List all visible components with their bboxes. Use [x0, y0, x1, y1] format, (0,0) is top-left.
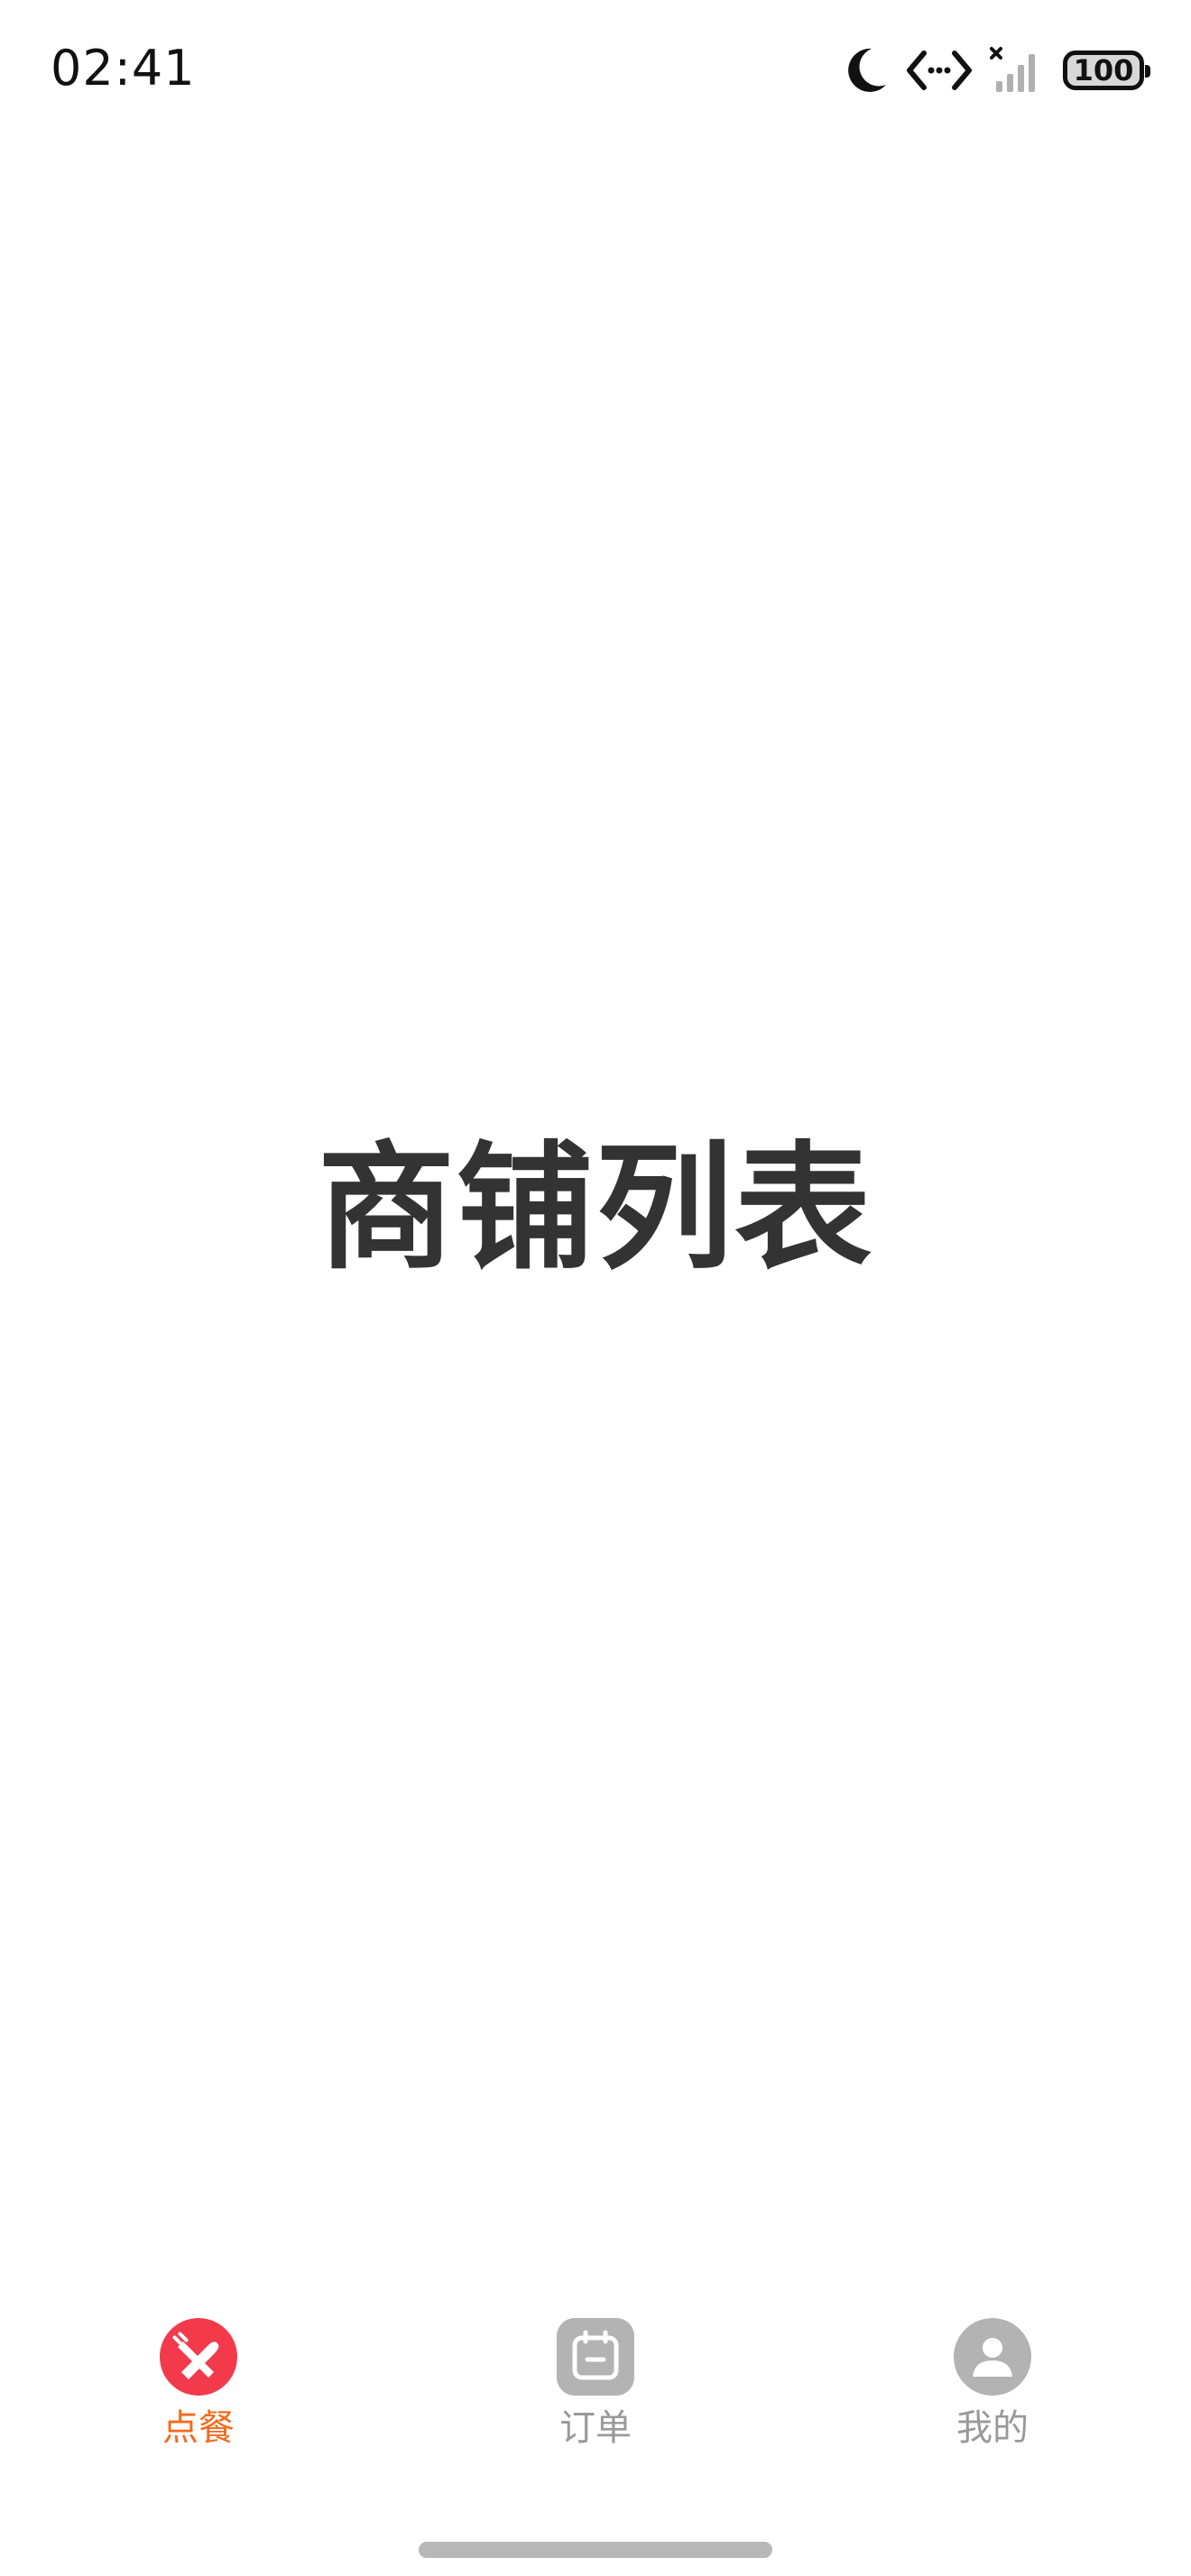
- battery-level: 100: [1073, 53, 1134, 87]
- status-icons: 100: [845, 41, 1150, 99]
- utensils-icon: [160, 2318, 237, 2396]
- user-icon: [954, 2318, 1031, 2396]
- tab-mine[interactable]: 我的: [902, 2300, 1083, 2462]
- tab-order-food[interactable]: 点餐: [108, 2300, 289, 2462]
- tab-label-mine: 我的: [956, 2407, 1029, 2449]
- home-indicator[interactable]: [419, 2542, 772, 2558]
- signal-icon: [990, 47, 1035, 92]
- page-title: 商铺列表: [318, 1128, 873, 1288]
- battery-icon: 100: [1063, 51, 1150, 90]
- tab-label-order-food: 点餐: [162, 2407, 235, 2449]
- tab-orders[interactable]: 订单: [505, 2300, 686, 2462]
- status-time: 02:41: [51, 40, 196, 97]
- order-icon: [557, 2318, 634, 2396]
- tab-label-orders: 订单: [559, 2407, 632, 2449]
- status-bar: 02:41 100: [0, 0, 1191, 144]
- bottom-tab-bar: 点餐 订单 我的: [0, 2300, 1191, 2462]
- moon-icon: [848, 48, 886, 92]
- data-transfer-icon: [907, 51, 972, 90]
